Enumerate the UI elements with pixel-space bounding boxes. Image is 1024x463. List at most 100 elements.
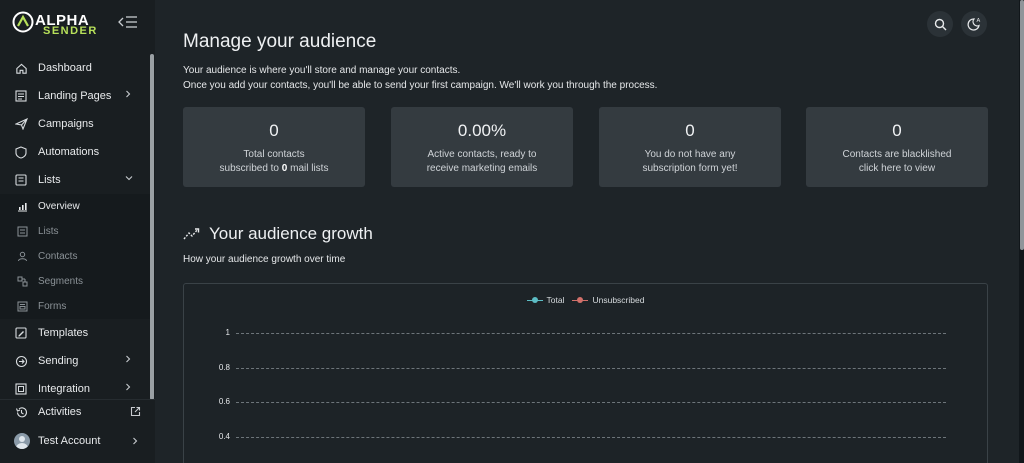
sidebar-item-landing-pages[interactable]: Landing Pages	[0, 82, 150, 110]
intro-text: Your audience is where you'll store and …	[183, 63, 657, 93]
sidebar-item-label: Landing Pages	[38, 90, 112, 102]
legend-item[interactable]: Total	[526, 295, 565, 305]
segments-icon	[16, 276, 28, 288]
sidebar-subitem-label: Overview	[38, 201, 80, 212]
brand-logo[interactable]: ALPHA SENDER	[12, 10, 112, 38]
logo-icon	[12, 11, 34, 33]
theme-toggle-button[interactable]: A	[961, 11, 987, 37]
user-icon	[16, 251, 28, 263]
sidebar-item-sending[interactable]: Sending	[0, 347, 150, 375]
sidebar-item-lists[interactable]: Lists	[0, 166, 150, 194]
legend-label: Unsubscribed	[592, 295, 645, 305]
stat-value: 0	[269, 121, 279, 140]
y-tick-label: 1	[225, 328, 230, 337]
stat-value: 0.00%	[457, 121, 507, 140]
sidebar-item-templates[interactable]: Templates	[0, 319, 150, 347]
stat-card-blacklisted[interactable]: 0 Contacts are blacklished click here to…	[806, 107, 988, 187]
stat-desc-line2: subscription form yet!	[642, 163, 738, 174]
stat-desc-line2: receive marketing emails	[426, 163, 538, 174]
search-icon	[934, 18, 946, 30]
stat-desc-line2: click here to view	[858, 163, 936, 174]
audience-growth-chart: Total Unsubscribed 1 0.8 0.6 0.4	[183, 283, 988, 463]
legend-marker	[572, 296, 589, 304]
growth-section-title: Your audience growth	[209, 224, 373, 243]
history-icon	[14, 405, 28, 419]
y-tick-label: 0.4	[218, 431, 230, 441]
sending-icon	[14, 354, 28, 368]
page-scrollbar[interactable]	[1020, 0, 1024, 250]
grid-line	[236, 367, 946, 369]
external-link-icon[interactable]	[130, 406, 141, 420]
growth-section-subtitle: How your audience growth over time	[183, 254, 346, 265]
stat-desc-line1: Active contacts, ready to	[427, 149, 537, 160]
sidebar-item-label: Dashboard	[38, 62, 92, 74]
sidebar: ALPHA SENDER Dashboard Landing Pages Cam…	[0, 0, 155, 463]
collapse-sidebar-icon[interactable]	[118, 14, 138, 30]
sidebar-subitem-lists[interactable]: Lists	[0, 219, 150, 244]
sidebar-item-account[interactable]: Test Account	[0, 428, 155, 454]
stat-card-total-contacts[interactable]: 0 Total contacts subscribed to 0 mail li…	[183, 107, 365, 187]
sidebar-item-label: Integration	[38, 383, 90, 395]
stat-card-active-contacts[interactable]: 0.00% Active contacts, ready to receive …	[391, 107, 573, 187]
stat-desc-line1: Total contacts	[243, 149, 305, 160]
chart-legend: Total Unsubscribed	[184, 295, 987, 305]
sidebar-scrollbar[interactable]	[150, 54, 154, 400]
stat-value: 0	[685, 121, 695, 140]
sidebar-subitem-forms[interactable]: Forms	[0, 294, 150, 319]
chevron-right-icon	[124, 382, 134, 394]
lists-icon	[14, 173, 28, 187]
list-icon	[16, 226, 28, 238]
paper-plane-icon	[14, 117, 28, 131]
sidebar-item-label: Activities	[38, 406, 82, 418]
sidebar-subitem-contacts[interactable]: Contacts	[0, 244, 150, 269]
sidebar-item-automations[interactable]: Automations	[0, 138, 150, 166]
intro-line-2: Once you add your contacts, you'll be ab…	[183, 80, 658, 91]
stat-value: 0	[892, 121, 902, 140]
chart-icon	[16, 201, 28, 213]
landing-pages-icon	[14, 89, 28, 103]
sidebar-item-campaigns[interactable]: Campaigns	[0, 110, 150, 138]
sidebar-nav: Dashboard Landing Pages Campaigns Automa…	[0, 54, 150, 403]
sidebar-subitem-segments[interactable]: Segments	[0, 269, 150, 294]
y-tick-label: 0.8	[218, 362, 230, 372]
stat-description: Contacts are blacklished click here to v…	[806, 148, 988, 176]
svg-text:A: A	[977, 18, 981, 24]
sidebar-item-label: Automations	[38, 146, 100, 158]
sidebar-subitem-label: Forms	[38, 301, 67, 312]
stat-desc-text: subscribed to	[219, 163, 282, 174]
chevron-right-icon	[131, 436, 139, 449]
sidebar-item-label: Templates	[38, 327, 89, 339]
lists-submenu: Overview Lists Contacts Segments Forms	[0, 194, 150, 319]
integration-icon	[14, 382, 28, 396]
chevron-right-icon	[124, 89, 134, 101]
chevron-down-icon	[124, 173, 134, 185]
account-name: Test Account	[38, 435, 101, 447]
grid-line	[236, 436, 946, 438]
growth-icon	[183, 228, 200, 240]
sidebar-subitem-overview[interactable]: Overview	[0, 194, 150, 219]
intro-line-1: Your audience is where you'll store and …	[183, 65, 461, 76]
shield-icon	[14, 145, 28, 159]
legend-label: Total	[546, 295, 565, 305]
sidebar-item-activities[interactable]: Activities	[0, 399, 155, 425]
legend-item[interactable]: Unsubscribed	[572, 295, 644, 305]
stat-desc-line1: You do not have any	[644, 149, 736, 160]
sidebar-subitem-label: Lists	[38, 226, 59, 237]
search-button[interactable]	[927, 11, 953, 37]
avatar	[14, 433, 30, 449]
sidebar-item-dashboard[interactable]: Dashboard	[0, 54, 150, 82]
home-icon	[14, 61, 28, 75]
y-tick-label: 0.6	[218, 397, 230, 406]
chevron-right-icon	[124, 354, 134, 366]
page-title: Manage your audience	[183, 31, 377, 52]
theme-toggle-icon: A	[967, 18, 981, 31]
stat-desc-line1: Contacts are blacklished	[842, 149, 952, 160]
sidebar-item-label: Lists	[38, 174, 61, 186]
stat-desc-line2: subscribed to 0 mail lists	[183, 162, 365, 176]
brand-subname: SENDER	[43, 25, 98, 37]
sidebar-subitem-label: Segments	[38, 276, 84, 287]
main-content: A Manage your audience Your audience is …	[155, 0, 1024, 463]
sidebar-subitem-label: Contacts	[38, 251, 78, 262]
stat-card-subscription-forms[interactable]: 0 You do not have any subscription form …	[599, 107, 781, 187]
stat-desc-text: mail lists	[287, 163, 329, 174]
